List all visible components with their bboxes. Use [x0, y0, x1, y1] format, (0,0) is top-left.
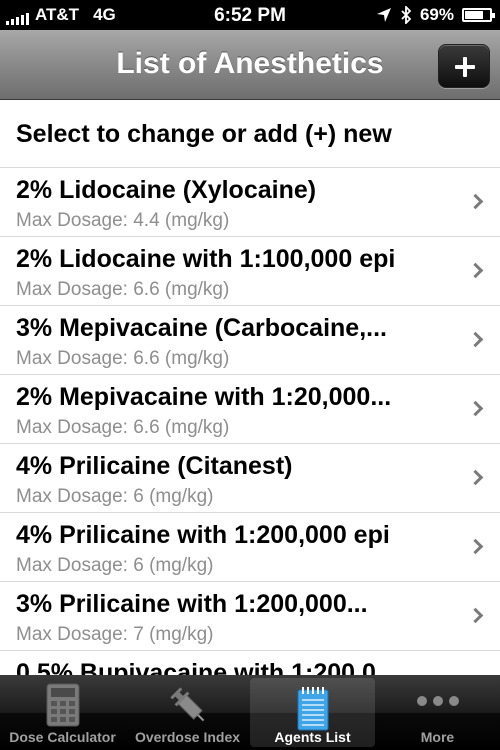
tab-agents-list[interactable]: Agents List — [250, 678, 375, 747]
tab-dose-calculator[interactable]: Dose Calculator — [0, 675, 125, 750]
max-dosage-label: Max Dosage: 6.6 (mg/kg) — [16, 417, 230, 438]
anesthetic-name: 3% Prilicaine with 1:200,000... — [16, 590, 368, 618]
chevron-right-icon — [467, 331, 484, 348]
syringe-icon — [169, 687, 204, 722]
anesthetic-name: 2% Mepivacaine with 1:20,000... — [16, 383, 392, 411]
notepad-icon — [297, 687, 328, 731]
max-dosage-label: Max Dosage: 6 (mg/kg) — [16, 486, 214, 507]
list-item[interactable]: 4% Prilicaine with 1:200,000 epi Max Dosa… — [0, 513, 500, 582]
anesthetic-name: 2% Lidocaine with 1:100,000 epi — [16, 245, 396, 273]
list-item[interactable]: 3% Prilicaine with 1:200,000... Max Dosag… — [0, 582, 500, 651]
list-item[interactable]: 4% Prilicaine (Citanest) Max Dosage: 6 (m… — [0, 444, 500, 513]
max-dosage-label: Max Dosage: 4.4 (mg/kg) — [16, 210, 230, 231]
max-dosage-label: Max Dosage: 6 (mg/kg) — [16, 555, 214, 576]
status-bar: AT&T 4G 6:52 PM 69% — [0, 0, 500, 30]
list-item[interactable]: 2% Lidocaine with 1:100,000 epi Max Dosag… — [0, 237, 500, 306]
bluetooth-icon — [401, 6, 412, 24]
list-item[interactable]: 0.5% Bupivacaine with 1:200,0 — [0, 651, 500, 675]
list-item[interactable]: 3% Mepivacaine (Carbocaine,... Max Dosage… — [0, 306, 500, 375]
plus-icon — [455, 57, 475, 77]
calculator-icon — [46, 683, 79, 727]
battery-percent: 69% — [419, 5, 454, 24]
list-header: Select to change or add (+) new — [0, 100, 500, 168]
anesthetic-name: 0.5% Bupivacaine with 1:200,0 — [16, 659, 376, 675]
chevron-right-icon — [467, 400, 484, 417]
chevron-right-icon — [467, 538, 484, 555]
location-arrow-icon — [376, 8, 391, 22]
add-anesthetic-button[interactable] — [438, 44, 490, 88]
tab-label: Agents List — [274, 729, 351, 745]
anesthetic-name: 4% Prilicaine with 1:200,000 epi — [16, 521, 390, 549]
max-dosage-label: Max Dosage: 6.6 (mg/kg) — [16, 348, 230, 369]
chevron-right-icon — [467, 607, 484, 624]
anesthetic-name: 2% Lidocaine (Xylocaine) — [16, 176, 317, 204]
battery-icon — [462, 8, 495, 22]
list-item[interactable]: 2% Mepivacaine with 1:20,000... Max Dosag… — [0, 375, 500, 444]
status-right: 69% — [376, 5, 495, 25]
tab-overdose-index[interactable]: Overdose Index — [125, 675, 250, 750]
chevron-right-icon — [467, 262, 484, 279]
tab-bar: Dose Calculator Overdose Index Agents Li… — [0, 675, 500, 750]
tab-more[interactable]: More — [375, 675, 500, 750]
tab-label: More — [420, 729, 455, 745]
list-item[interactable]: 2% Lidocaine (Xylocaine) Max Dosage: 4.4 … — [0, 168, 500, 237]
max-dosage-label: Max Dosage: 6.6 (mg/kg) — [16, 279, 230, 300]
max-dosage-label: Max Dosage: 7 (mg/kg) — [16, 624, 214, 645]
chevron-right-icon — [467, 469, 484, 486]
tab-label: Dose Calculator — [9, 729, 116, 745]
tab-label: Overdose Index — [134, 729, 241, 745]
anesthetics-list[interactable]: Select to change or add (+) new 2% Lidoc… — [0, 100, 500, 675]
page-title: List of Anesthetics — [116, 47, 384, 80]
chevron-right-icon — [467, 193, 484, 210]
anesthetic-name: 4% Prilicaine (Citanest) — [16, 452, 293, 480]
navigation-bar: List of Anesthetics — [0, 30, 500, 100]
more-dots-icon — [416, 696, 459, 706]
anesthetic-name: 3% Mepivacaine (Carbocaine,... — [16, 314, 387, 342]
